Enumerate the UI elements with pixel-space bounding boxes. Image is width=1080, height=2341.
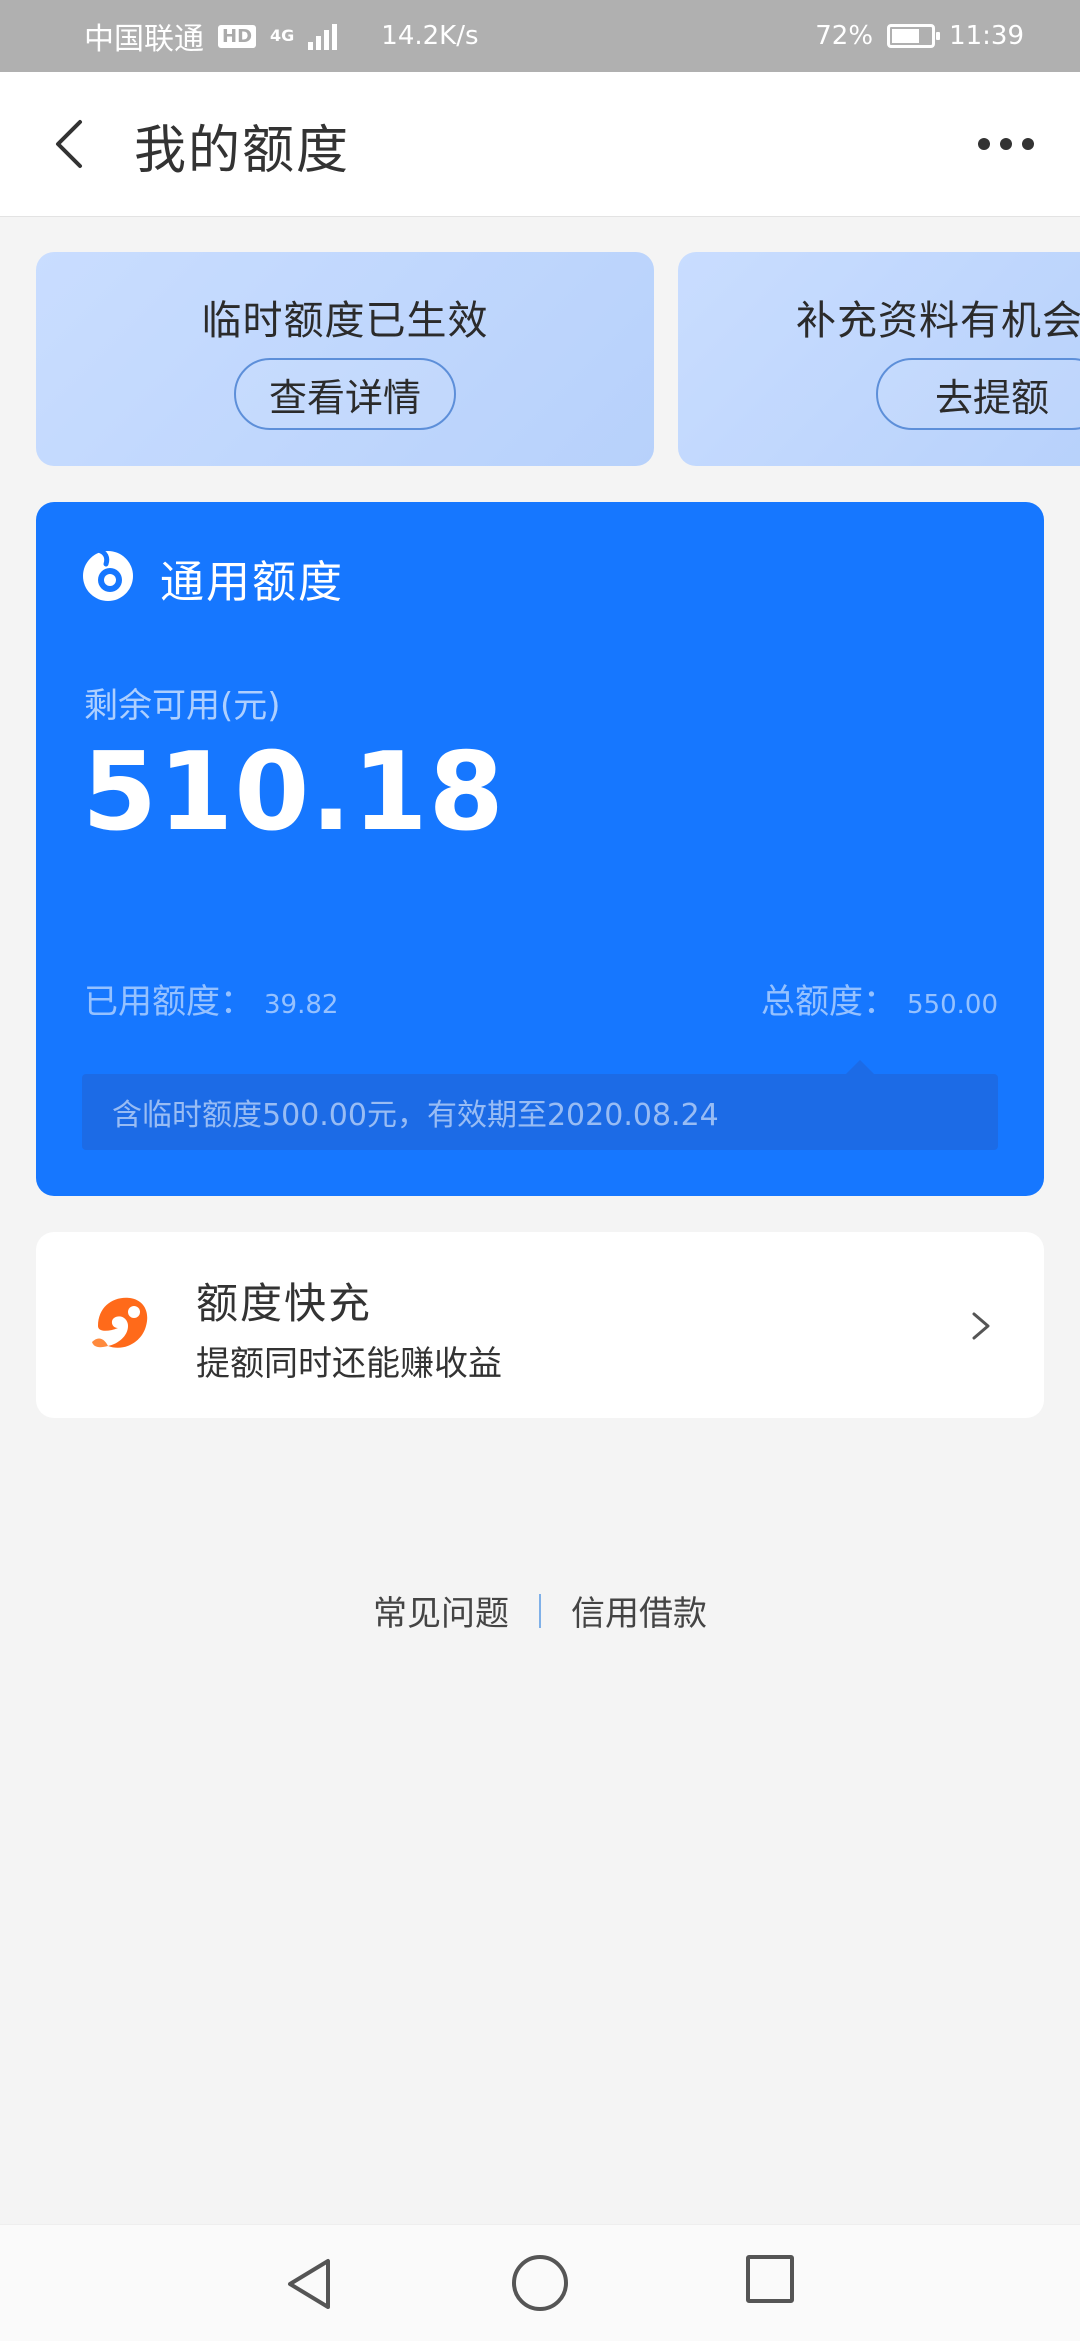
back-icon[interactable] <box>40 112 104 176</box>
clock: 11:39 <box>949 21 1024 51</box>
general-quota-card: 通用额度 剩余可用(元) 510.18 已用额度： 39.82 总额度： 550.0… <box>36 502 1044 1196</box>
promo-card-supplement-info[interactable]: 补充资料有机会 去提额 <box>678 252 1080 466</box>
remaining-label: 剩余可用(元) <box>84 686 281 726</box>
app-bar: 我的额度 <box>0 72 1080 217</box>
temp-quota-notice: 含临时额度500.00元，有效期至2020.08.24 <box>82 1060 998 1150</box>
nav-back-icon[interactable] <box>282 2255 340 2313</box>
total-quota: 总额度： 550.00 <box>761 974 998 1023</box>
faq-link[interactable]: 常见问题 <box>373 1586 509 1635</box>
signal-icon <box>308 22 338 50</box>
carrier-name: 中国联通 <box>84 22 204 57</box>
used-quota-value: 39.82 <box>264 990 339 1020</box>
nav-recents-icon[interactable] <box>746 2255 794 2303</box>
total-quota-label: 总额度： <box>761 982 898 1022</box>
quick-boost-title: 额度快充 <box>196 1279 373 1328</box>
page-title: 我的额度 <box>134 121 351 181</box>
battery-fill <box>892 29 920 43</box>
orange-rocket-icon <box>92 1297 148 1348</box>
status-bar: 中国联通 HD 4G 14.2K/s 72% 11:39 <box>0 0 1080 72</box>
more-icon[interactable] <box>968 114 1044 174</box>
raise-quota-button[interactable]: 去提额 <box>876 358 1080 430</box>
status-left: 中国联通 HD 4G 14.2K/s <box>84 0 479 72</box>
hd-badge: HD <box>218 24 257 48</box>
promo-text: 临时额度已生效 <box>201 298 489 344</box>
status-right: 72% 11:39 <box>815 0 1024 72</box>
nav-home-icon[interactable] <box>512 2255 568 2311</box>
link-divider <box>539 1593 541 1628</box>
remaining-amount: 510.18 <box>82 730 505 855</box>
quick-boost-card[interactable]: 额度快充 提额同时还能赚收益 <box>36 1232 1044 1418</box>
huabei-logo-icon <box>83 547 133 601</box>
battery-percent: 72% <box>815 21 874 51</box>
battery-icon <box>887 24 941 48</box>
quota-card-title: 通用额度 <box>160 557 344 608</box>
system-nav-bar <box>0 2224 1080 2341</box>
network-type: 4G <box>270 26 295 45</box>
view-details-button[interactable]: 查看详情 <box>234 358 456 430</box>
chevron-right-icon <box>972 1312 990 1340</box>
used-quota: 已用额度： 39.82 <box>84 974 338 1023</box>
credit-loan-link[interactable]: 信用借款 <box>571 1586 707 1635</box>
promo-text: 补充资料有机会 <box>796 298 1080 344</box>
used-quota-label: 已用额度： <box>84 982 254 1022</box>
total-quota-value: 550.00 <box>907 990 998 1020</box>
quick-boost-subtitle: 提额同时还能赚收益 <box>196 1344 502 1384</box>
footer-links: 常见问题 信用借款 <box>0 1586 1080 1635</box>
network-speed: 14.2K/s <box>381 21 479 51</box>
promo-card-temp-quota[interactable]: 临时额度已生效 查看详情 <box>36 252 654 466</box>
